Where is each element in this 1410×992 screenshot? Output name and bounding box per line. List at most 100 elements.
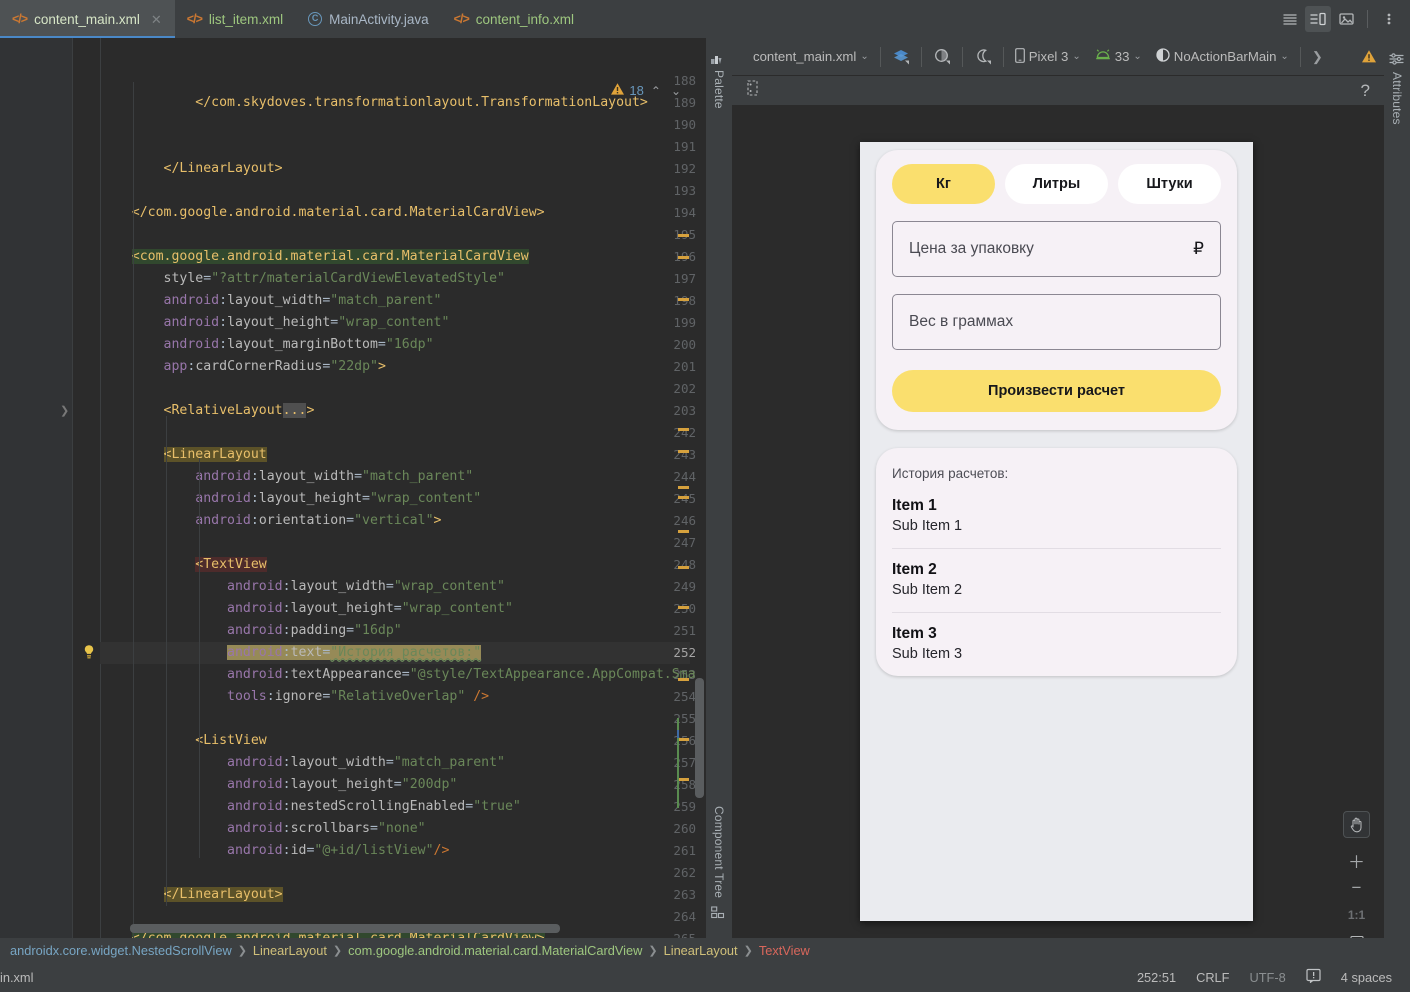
list-item[interactable]: Item 2 Sub Item 2 xyxy=(892,548,1221,612)
toolbar-divider xyxy=(962,47,963,67)
design-left-tool-strip: Palette Component Tree xyxy=(706,38,732,938)
warning-triangle-icon xyxy=(610,82,625,99)
split-view-icon[interactable] xyxy=(1305,6,1331,32)
error-stripe[interactable] xyxy=(674,38,690,938)
zoom-to-fit-button[interactable] xyxy=(1343,928,1370,938)
blueprint-icon[interactable] xyxy=(926,44,958,70)
help-icon[interactable]: ? xyxy=(1361,81,1370,101)
breadcrumb-item[interactable]: LinearLayout xyxy=(664,943,738,958)
vertical-dots-icon[interactable] xyxy=(1376,6,1402,32)
device-preview-frame[interactable]: Кг Литры Штуки Цена за упаковку ₽ Вес в … xyxy=(860,142,1253,921)
code-lines-icon[interactable] xyxy=(1277,6,1303,32)
unit-segmented-control: Кг Литры Штуки xyxy=(892,164,1221,204)
warning-triangle-icon[interactable] xyxy=(1354,44,1384,70)
file-selector[interactable]: content_main.xml ⌄ xyxy=(746,44,876,70)
weight-input[interactable]: Вес в граммах xyxy=(892,294,1221,350)
breadcrumb-item[interactable]: com.google.android.material.card.Materia… xyxy=(348,943,642,958)
zoom-in-button[interactable]: ＋ xyxy=(1343,847,1370,874)
breadcrumb-separator-icon: ❯ xyxy=(333,944,342,957)
contrast-circle-icon xyxy=(1156,48,1170,65)
toolbar-divider xyxy=(880,47,881,67)
indent-guide xyxy=(133,82,134,938)
design-toolbar: content_main.xml ⌄ xyxy=(732,38,1384,76)
palette-label[interactable]: Palette xyxy=(712,70,726,109)
status-file-label: in.xml xyxy=(0,970,33,985)
unit-option-pieces[interactable]: Штуки xyxy=(1118,164,1221,204)
device-selector[interactable]: Pixel 3 ⌄ xyxy=(1008,44,1088,70)
zoom-controls: ＋ − 1:1 xyxy=(1343,811,1370,938)
price-input[interactable]: Цена за упаковку ₽ xyxy=(892,221,1221,277)
exclamation-box-icon[interactable] xyxy=(1306,968,1321,986)
toolbar-divider xyxy=(1003,47,1004,67)
inspection-widget[interactable]: 18 ⌃ ⌄ xyxy=(610,82,684,99)
ruble-sign-icon: ₽ xyxy=(1193,239,1204,259)
design-secondary-toolbar: ? xyxy=(732,76,1384,106)
line-separator[interactable]: CRLF xyxy=(1196,970,1229,985)
close-icon[interactable]: ✕ xyxy=(151,13,162,26)
status-bar-right: 252:51 CRLF UTF-8 4 spaces xyxy=(1137,968,1410,986)
android-studio-window: </> content_main.xml ✕ </> list_item.xml… xyxy=(0,0,1410,992)
api-level-label: 33 xyxy=(1115,49,1130,64)
list-item[interactable]: Item 3 Sub Item 3 xyxy=(892,612,1221,676)
editor-horizontal-scrollbar[interactable] xyxy=(130,924,560,933)
tab-label: content_info.xml xyxy=(476,12,574,27)
list-item-subtitle: Sub Item 1 xyxy=(892,518,1221,534)
code-editor[interactable]: 188 189 190 191 192 193 194 195 196 197 … xyxy=(0,38,706,938)
tab-mainactivity-java[interactable]: C MainActivity.java xyxy=(296,0,442,38)
list-item[interactable]: Item 1 Sub Item 1 xyxy=(892,481,1221,548)
zoom-actual-size-button[interactable]: 1:1 xyxy=(1343,901,1370,928)
indent-guide xyxy=(166,416,167,906)
image-icon[interactable] xyxy=(1333,6,1359,32)
indent-setting[interactable]: 4 spaces xyxy=(1341,970,1392,985)
code-fold-expand-icon[interactable]: ❯ xyxy=(60,400,69,422)
chevron-down-icon: ⌄ xyxy=(1280,51,1288,62)
api-level-selector[interactable]: 33 ⌄ xyxy=(1088,44,1149,70)
calculator-card: Кг Литры Штуки Цена за упаковку ₽ Вес в … xyxy=(876,150,1237,430)
file-encoding[interactable]: UTF-8 xyxy=(1250,970,1286,985)
intention-bulb-icon[interactable] xyxy=(82,644,96,658)
night-mode-icon[interactable] xyxy=(967,44,999,70)
list-item-title: Item 3 xyxy=(892,625,1221,643)
tab-list_item-xml[interactable]: </> list_item.xml xyxy=(175,0,296,38)
pan-tool-button[interactable] xyxy=(1343,811,1370,838)
design-surface-icon[interactable] xyxy=(885,44,917,70)
unit-option-litres[interactable]: Литры xyxy=(1005,164,1108,204)
chevron-right-icon[interactable]: ❯ xyxy=(1305,44,1330,70)
history-label: История расчетов: xyxy=(892,466,1221,481)
component-tree-label[interactable]: Component Tree xyxy=(712,806,726,898)
java-class-icon: C xyxy=(308,12,322,26)
tab-content_main-xml[interactable]: </> content_main.xml ✕ xyxy=(0,0,175,38)
breadcrumb-item[interactable]: androidx.core.widget.NestedScrollView xyxy=(10,943,232,958)
design-canvas[interactable]: Кг Литры Штуки Цена за упаковку ₽ Вес в … xyxy=(732,106,1384,938)
indent-guide xyxy=(199,458,200,858)
tab-content_info-xml[interactable]: </> content_info.xml xyxy=(442,0,587,38)
price-input-placeholder: Цена за упаковку xyxy=(909,240,1034,258)
inspection-count: 18 xyxy=(629,83,643,98)
toolbar-divider xyxy=(921,47,922,67)
layout-bounds-icon[interactable] xyxy=(746,80,759,101)
next-issue-icon[interactable]: ⌄ xyxy=(668,84,684,98)
android-head-icon xyxy=(1095,49,1111,64)
code-text[interactable]: </com.skydoves.transformationlayout.Tran… xyxy=(100,38,706,938)
breadcrumb-item[interactable]: TextView xyxy=(759,943,810,958)
editor-mode-buttons xyxy=(1277,0,1410,38)
editor-horizontal-scrollbar-track[interactable] xyxy=(100,924,690,934)
breadcrumb-item[interactable]: LinearLayout xyxy=(253,943,327,958)
tab-label: MainActivity.java xyxy=(329,12,429,27)
xml-file-icon: </> xyxy=(187,12,202,26)
chevron-down-icon: ⌄ xyxy=(1072,51,1080,62)
editor-vertical-scrollbar[interactable] xyxy=(695,678,704,798)
calculate-button[interactable]: Произвести расчет xyxy=(892,370,1221,412)
chevron-down-icon: ⌄ xyxy=(1133,51,1141,62)
theme-selector[interactable]: NoActionBarMain ⌄ xyxy=(1149,44,1296,70)
breadcrumb-separator-icon: ❯ xyxy=(744,944,753,957)
palette-icon[interactable] xyxy=(710,52,722,70)
zoom-out-button[interactable]: − xyxy=(1343,874,1370,901)
design-preview-pane: content_main.xml ⌄ xyxy=(732,38,1410,938)
phone-icon xyxy=(1015,48,1025,66)
caret-position[interactable]: 252:51 xyxy=(1137,970,1176,985)
component-tree-icon[interactable] xyxy=(711,906,725,924)
previous-issue-icon[interactable]: ⌃ xyxy=(648,84,664,98)
device-label: Pixel 3 xyxy=(1029,49,1069,64)
unit-option-kg[interactable]: Кг xyxy=(892,164,995,204)
